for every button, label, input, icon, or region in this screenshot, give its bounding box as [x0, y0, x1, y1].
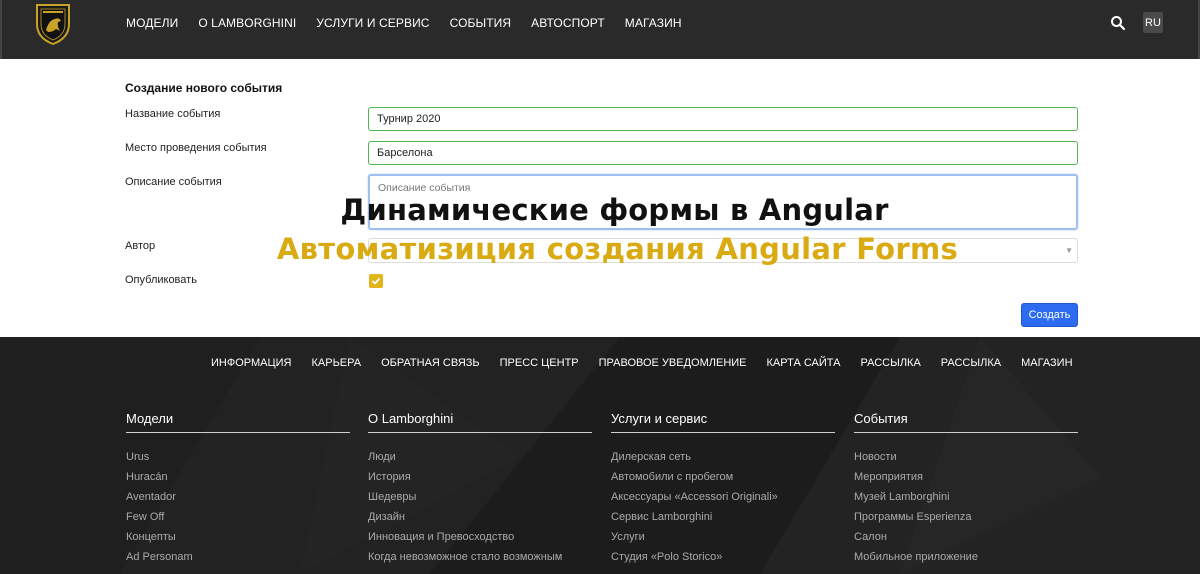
footer-link[interactable]: Когда невозможное стало возможным [368, 547, 592, 567]
event-place-label: Место проведения события [125, 142, 267, 154]
footer-link[interactable]: Инновация и Превосходство [368, 527, 592, 547]
footer-column-title: Модели [126, 411, 350, 433]
footer-link-feedback[interactable]: ОБРАТНАЯ СВЯЗЬ [381, 357, 480, 369]
footer-column-title: Услуги и сервис [611, 411, 835, 433]
footer-link[interactable]: Aventador [126, 487, 350, 507]
footer-link[interactable]: Ad Personam [126, 547, 350, 567]
footer-link-legal[interactable]: ПРАВОВОЕ УВЕДОМЛЕНИЕ [599, 357, 747, 369]
footer-link[interactable]: Дилерская сеть [611, 447, 835, 467]
footer-link[interactable]: Аксессуары «Accessori Originali» [611, 487, 835, 507]
site-footer: ИНФОРМАЦИЯ КАРЬЕРА ОБРАТНАЯ СВЯЗЬ ПРЕСС … [0, 337, 1200, 574]
footer-link[interactable]: Urus [126, 447, 350, 467]
lamborghini-logo[interactable] [33, 2, 73, 46]
footer-link-store[interactable]: МАГАЗИН [1021, 357, 1072, 369]
footer-column-models: Модели Urus Huracán Aventador Few Off Ко… [126, 411, 350, 567]
nav-item-motorsport[interactable]: АВТОСПОРТ [531, 16, 605, 30]
footer-link[interactable]: Мобильное приложение [854, 547, 1078, 567]
publish-label: Опубликовать [125, 274, 197, 286]
footer-link-newsletter-2[interactable]: РАССЫЛКА [941, 357, 1001, 369]
event-place-input[interactable]: Барселона [368, 141, 1078, 165]
footer-link[interactable]: Сервис Lamborghini [611, 507, 835, 527]
footer-column-events: События Новости Мероприятия Музей Lambor… [854, 411, 1078, 567]
language-switcher[interactable]: RU [1143, 12, 1163, 33]
footer-link-press[interactable]: ПРЕСС ЦЕНТР [500, 357, 579, 369]
create-button[interactable]: Создать [1021, 303, 1078, 327]
footer-column-about: О Lamborghini Люди История Шедевры Дизай… [368, 411, 592, 567]
event-name-input[interactable]: Турнир 2020 [368, 107, 1078, 131]
publish-checkbox[interactable] [369, 274, 383, 288]
footer-column-services: Услуги и сервис Дилерская сеть Автомобил… [611, 411, 835, 567]
footer-nav: ИНФОРМАЦИЯ КАРЬЕРА ОБРАТНАЯ СВЯЗЬ ПРЕСС … [211, 357, 1093, 369]
footer-link[interactable]: Услуги [611, 527, 835, 547]
event-name-label: Название события [125, 108, 221, 120]
overlay-title: Динамические формы в Angular [340, 193, 889, 227]
footer-link[interactable]: Музей Lamborghini [854, 487, 1078, 507]
footer-link-careers[interactable]: КАРЬЕРА [311, 357, 361, 369]
footer-link[interactable]: Huracán [126, 467, 350, 487]
search-icon[interactable] [1110, 15, 1126, 31]
nav-item-events[interactable]: СОБЫТИЯ [450, 16, 512, 30]
footer-link[interactable]: Автомобили с пробегом [611, 467, 835, 487]
nav-item-services[interactable]: УСЛУГИ И СЕРВИС [316, 16, 429, 30]
footer-column-title: События [854, 411, 1078, 433]
footer-link[interactable]: Концепты [126, 527, 350, 547]
footer-link-sitemap[interactable]: КАРТА САЙТА [767, 357, 841, 369]
check-icon [371, 277, 381, 285]
footer-column-title: О Lamborghini [368, 411, 592, 433]
form-title: Создание нового события [125, 81, 283, 95]
nav-item-about[interactable]: О LAMBORGHINI [198, 16, 296, 30]
overlay-subtitle: Автоматизиция создания Angular Forms [276, 232, 959, 266]
footer-link[interactable]: Программы Esperienza [854, 507, 1078, 527]
footer-link[interactable]: Шедевры [368, 487, 592, 507]
footer-link-info[interactable]: ИНФОРМАЦИЯ [211, 357, 291, 369]
footer-link[interactable]: Новости [854, 447, 1078, 467]
footer-link[interactable]: Салон [854, 527, 1078, 547]
site-header: МОДЕЛИ О LAMBORGHINI УСЛУГИ И СЕРВИС СОБ… [0, 0, 1200, 59]
footer-link[interactable]: Студия «Polo Storico» [611, 547, 835, 567]
nav-item-models[interactable]: МОДЕЛИ [126, 16, 178, 30]
footer-link[interactable]: Few Off [126, 507, 350, 527]
footer-link[interactable]: Дизайн [368, 507, 592, 527]
footer-link[interactable]: Мероприятия [854, 467, 1078, 487]
footer-link[interactable]: Люди [368, 447, 592, 467]
nav-item-store[interactable]: МАГАЗИН [625, 16, 682, 30]
event-description-label: Описание события [125, 176, 222, 188]
footer-link[interactable]: История [368, 467, 592, 487]
footer-link-newsletter[interactable]: РАССЫЛКА [861, 357, 921, 369]
main-nav: МОДЕЛИ О LAMBORGHINI УСЛУГИ И СЕРВИС СОБ… [126, 0, 702, 46]
